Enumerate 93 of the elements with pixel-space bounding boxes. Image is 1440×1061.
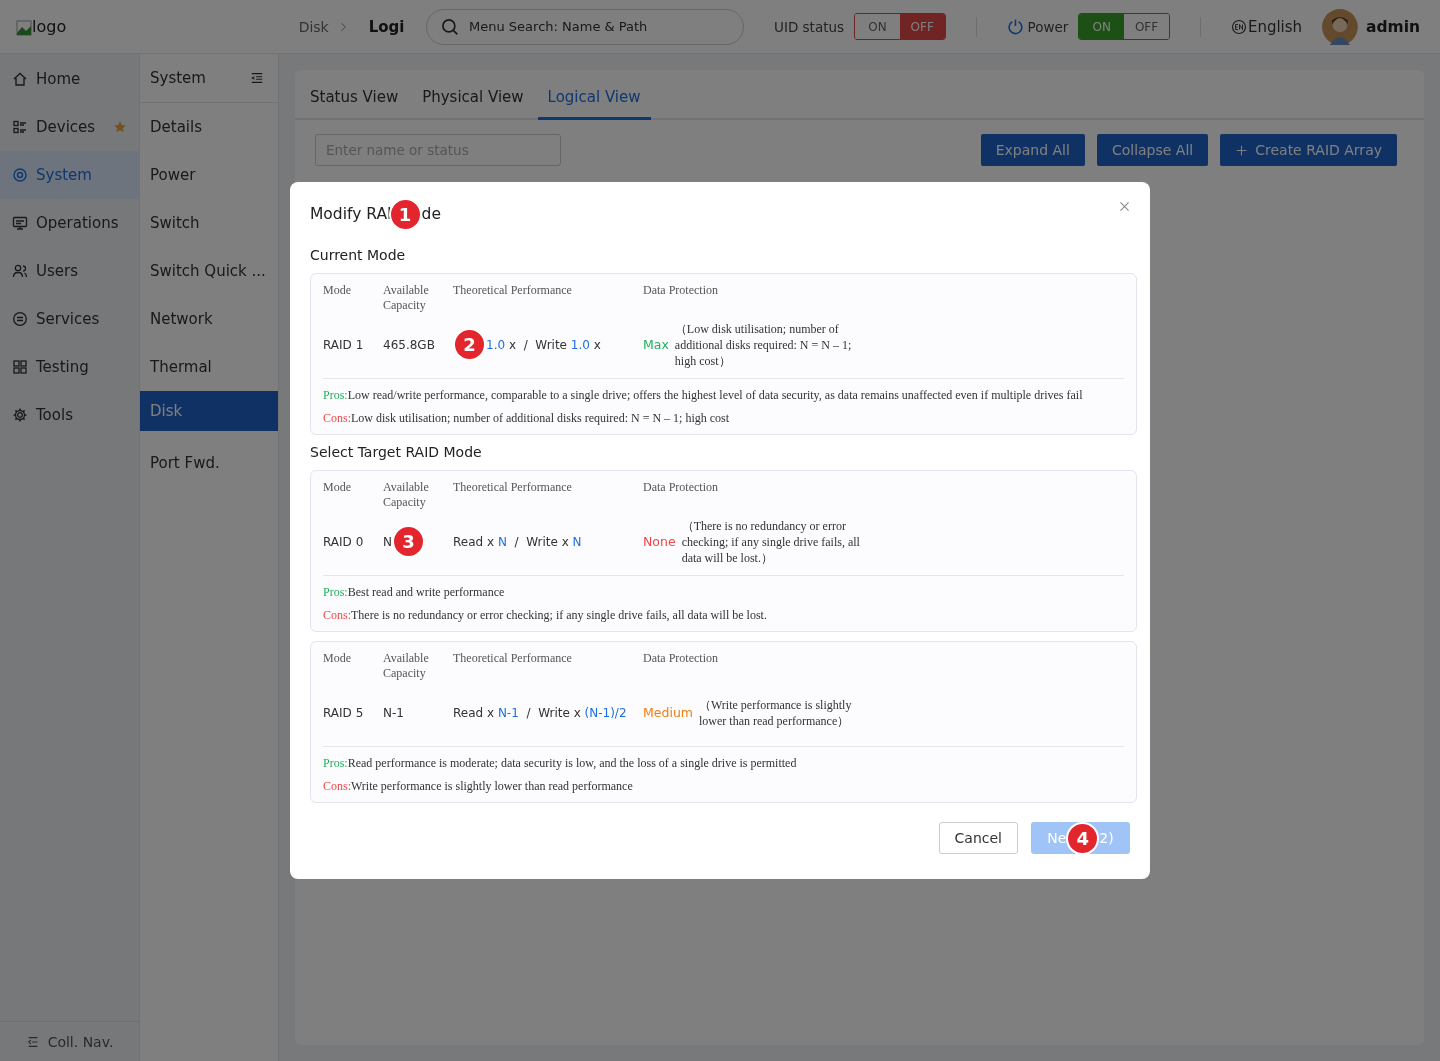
step-marker: 4: [1066, 821, 1100, 855]
action-button[interactable]: Expand All: [980, 134, 1085, 166]
sidebar-item[interactable]: Devices: [0, 103, 139, 151]
table-cell: Read x N / Write x N: [453, 534, 582, 549]
user-name[interactable]: admin: [1365, 17, 1420, 36]
column-header: Mode: [323, 283, 352, 298]
table-cell: 1.0 x / Write 1.0 x: [486, 337, 601, 352]
monitor-icon: [12, 215, 28, 231]
cancel-button[interactable]: Cancel: [938, 822, 1018, 854]
breadcrumb-item: Logi: [368, 17, 405, 36]
dialog-title: de: [421, 205, 441, 223]
column-header: Data Protection: [643, 283, 719, 298]
close-icon: [1118, 200, 1131, 213]
sidebar-item[interactable]: Tools: [0, 391, 139, 439]
section-heading: Current Mode: [310, 247, 407, 263]
sidebar-item[interactable]: System: [0, 151, 139, 199]
mode-card[interactable]: [310, 470, 1137, 632]
column-header: Mode: [323, 480, 352, 495]
search-field[interactable]: Menu Search: Name & Path: [426, 8, 745, 45]
cons-text: Cons:There is no redundancy or error checking; if any single drive fails, all data will be lost.: [323, 607, 768, 624]
toggle-option[interactable]: OFF: [899, 14, 945, 39]
users-icon: [12, 263, 28, 279]
list-icon: [12, 119, 28, 135]
step-marker: 2: [453, 328, 486, 361]
sidebar-item[interactable]: Thermal: [140, 343, 278, 391]
column-header: Theoretical Performance: [453, 283, 573, 298]
protection-level: Max: [643, 337, 669, 352]
grid-icon: [12, 359, 28, 375]
uid-status-label: UID status: [774, 18, 845, 35]
menu-icon: [250, 71, 264, 85]
sidebar-item[interactable]: Services: [0, 295, 139, 343]
table-cell: N: [383, 534, 392, 549]
sidebar-item[interactable]: Switch Quick ...: [140, 247, 278, 295]
language-icon: [1230, 18, 1247, 35]
column-header: Available Capacity: [383, 480, 430, 510]
pros-text: Pros:Best read and write performance: [323, 584, 506, 601]
search-icon: [441, 17, 460, 36]
sidebar-item[interactable]: Testing: [0, 343, 139, 391]
column-header: Available Capacity: [383, 651, 430, 681]
broken-image-icon: [16, 20, 32, 36]
table-cell: N-1: [383, 705, 404, 720]
section-heading: Select Target RAID Mode: [310, 444, 483, 460]
sidebar-title: System: [150, 69, 206, 87]
home-icon: [12, 71, 28, 87]
mode-card[interactable]: [310, 641, 1137, 803]
action-button[interactable]: Create RAID Array: [1220, 134, 1397, 166]
column-header: Mode: [323, 651, 352, 666]
column-header: Theoretical Performance: [453, 651, 573, 666]
collapse-icon: [25, 1034, 40, 1049]
logo-text: logo: [32, 17, 67, 36]
protection-note: （Write performance is slightly lower than read performance）: [699, 696, 853, 729]
chat-icon: [12, 311, 28, 327]
target-icon: [12, 167, 28, 183]
language-selector[interactable]: English: [1230, 17, 1303, 36]
pros-text: Pros:Read performance is moderate; data security is low, and the loss of a single drive is permitted: [323, 755, 798, 772]
tab[interactable]: Physical View: [422, 88, 524, 120]
protection-level: None: [643, 534, 676, 549]
power-label: Power: [1027, 18, 1069, 35]
column-header: Data Protection: [643, 480, 719, 495]
step-marker: 3: [392, 525, 425, 558]
sidebar-item[interactable]: Port Fwd.: [140, 439, 278, 487]
toggle-option[interactable]: ON: [1079, 14, 1125, 39]
plus-icon: [1235, 143, 1249, 157]
sidebar-item[interactable]: Users: [0, 247, 139, 295]
sidebar-item[interactable]: Power: [140, 151, 278, 199]
cons-text: Cons:Low disk utilisation; number of additional disks required: N = N – 1; high cost: [323, 410, 731, 427]
sidebar-item[interactable]: Network: [140, 295, 278, 343]
column-header: Available Capacity: [383, 283, 430, 313]
collapse-nav-button[interactable]: Coll. Nav.: [0, 1021, 139, 1061]
action-button[interactable]: Collapse All: [1096, 134, 1209, 166]
protection-note: （There is no redundancy or error checking; if any single drive fails, all data will be lost.）: [681, 517, 861, 566]
settings-icon: [12, 407, 28, 423]
avatar-icon: [1322, 8, 1358, 45]
power-icon: [1006, 18, 1024, 35]
tab[interactable]: Status View: [310, 88, 399, 120]
column-header: Data Protection: [643, 651, 719, 666]
tab[interactable]: Logical View: [537, 88, 651, 120]
pros-text: Pros:Low read/write performance, comparable to a single drive; offers the highest level of data security, as data remains unaffected even if multiple drives fail: [323, 387, 1084, 404]
sidebar-item[interactable]: Details: [140, 103, 278, 151]
table-cell-text: RAID 0: [323, 534, 365, 549]
sidebar-item[interactable]: Disk: [140, 391, 278, 431]
protection-note: （Low disk utilisation; number of additional disks required: N = N – 1; high cost）: [674, 320, 853, 369]
table-cell-text: RAID 1: [323, 337, 365, 352]
cons-text: Cons:Write performance is slightly lower than read performance: [323, 778, 634, 795]
sidebar-item[interactable]: Home: [0, 55, 139, 103]
table-cell-text: RAID 5: [323, 705, 365, 720]
protection-level: Medium: [643, 705, 693, 720]
column-header: Theoretical Performance: [453, 480, 573, 495]
sidebar-item[interactable]: Operations: [0, 199, 139, 247]
sidebar-item[interactable]: Switch: [140, 199, 278, 247]
breadcrumb-item[interactable]: Disk: [298, 18, 329, 35]
table-cell: 465.8GB: [383, 337, 435, 352]
table-cell: Read x N-1 / Write x (N-1)/2: [453, 705, 627, 720]
